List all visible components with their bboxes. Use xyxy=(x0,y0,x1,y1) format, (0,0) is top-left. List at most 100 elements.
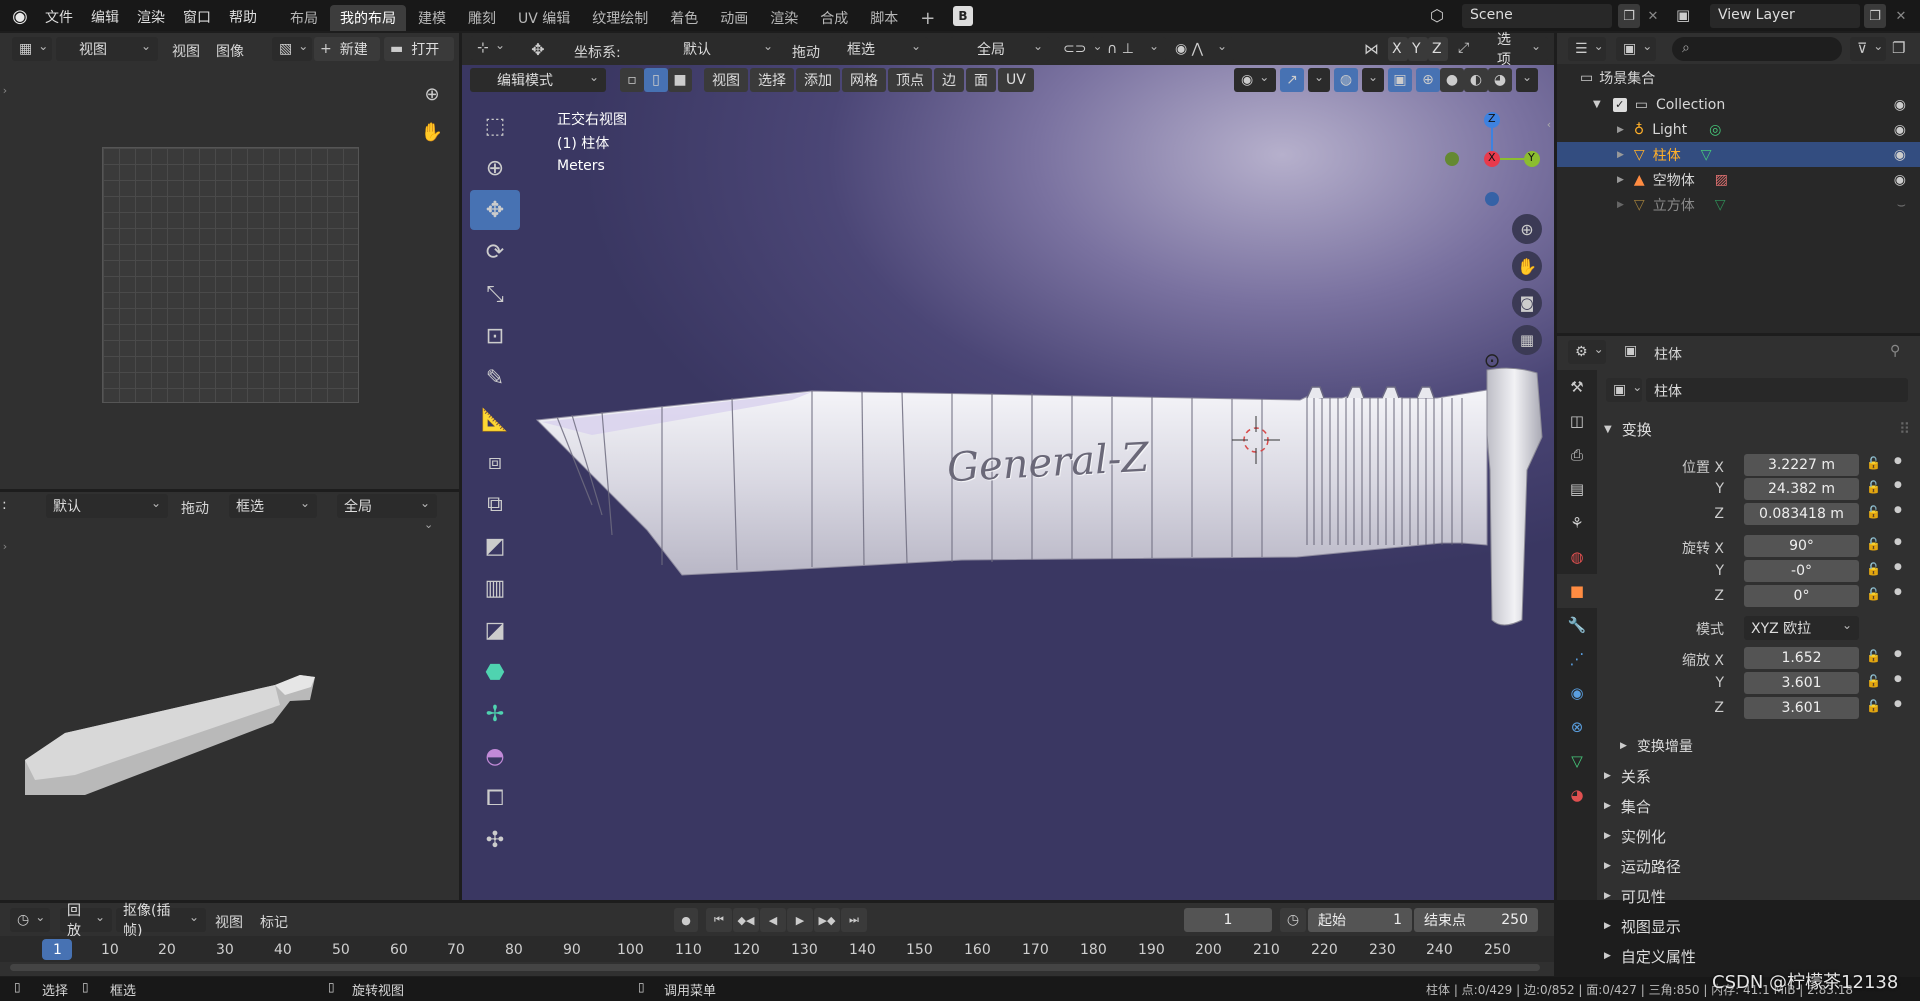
location-y-field[interactable]: 24.382 m xyxy=(1744,478,1859,500)
section-collections[interactable]: ▶ 集合 xyxy=(1604,791,1914,821)
pin-icon[interactable]: ⚲ xyxy=(1890,343,1900,359)
measure-tool[interactable]: 📐 xyxy=(470,400,520,440)
zoom-icon[interactable]: ⊕ xyxy=(418,80,446,108)
bevel-tool[interactable]: ◩ xyxy=(470,526,520,566)
move-tool[interactable]: ✥ xyxy=(470,190,520,230)
rotation-z-keyframe-icon[interactable]: ● xyxy=(1894,587,1902,597)
location-z-keyframe-icon[interactable]: ● xyxy=(1894,505,1902,515)
filter-dropdown[interactable]: ⊽ xyxy=(1850,37,1886,61)
outliner-item-cube[interactable]: ▶ ▽ 立方体 ▽ ⌣ xyxy=(1557,192,1920,217)
proportional-edit-dropdown[interactable]: ◉ ⋀ xyxy=(1168,37,1234,61)
scene-icon[interactable]: ⬡ xyxy=(1430,6,1444,25)
wireframe-shading-button[interactable]: ⊕ xyxy=(1416,68,1440,92)
object-type-dropdown[interactable]: ▣ xyxy=(1606,378,1642,402)
cursor-tool[interactable]: ⊕ xyxy=(470,148,520,188)
timeline-view-menu[interactable]: 视图 xyxy=(215,912,243,932)
scale-tool[interactable]: ⤡ xyxy=(470,274,520,314)
rotation-y-keyframe-icon[interactable]: ● xyxy=(1894,562,1902,572)
axis-y-toggle[interactable]: Y xyxy=(1408,37,1428,61)
view-layer-copy-icon[interactable]: ❐ xyxy=(1864,4,1886,28)
location-x-keyframe-icon[interactable]: ● xyxy=(1894,456,1902,466)
section-motion-paths[interactable]: ▶ 运动路径 xyxy=(1604,851,1914,881)
scale-y-field[interactable]: 3.601 xyxy=(1744,672,1859,694)
render-props-tab-icon[interactable]: ◫ xyxy=(1557,404,1597,438)
tab-animation[interactable]: 动画 xyxy=(710,5,758,31)
move-gizmo-icon[interactable]: ✥ xyxy=(524,37,552,61)
left-expand-arrow-icon[interactable]: › xyxy=(0,84,10,97)
outliner-root-row[interactable]: ▭ 场景集合 xyxy=(1580,68,1655,88)
snapping-dropdown[interactable]: ∩ ⊥ xyxy=(1100,37,1166,61)
light-object-icon[interactable]: ⊙ xyxy=(1478,346,1506,374)
play-button[interactable]: ▶ xyxy=(787,908,813,932)
visibility-dropdown[interactable]: ◉ xyxy=(1234,68,1276,92)
scale-z-field[interactable]: 3.601 xyxy=(1744,697,1859,719)
auto-merge-icon[interactable]: ⤢ xyxy=(1458,40,1469,56)
tab-rendering[interactable]: 渲染 xyxy=(760,5,808,31)
pan-hand-icon[interactable]: ✋ xyxy=(418,118,446,146)
outliner-search-input[interactable]: ⌕ xyxy=(1672,37,1842,61)
tab-my-layout[interactable]: 我的布局 xyxy=(330,5,406,31)
gizmo-toggle[interactable]: ↗ xyxy=(1280,68,1304,92)
menu-help[interactable]: 帮助 xyxy=(220,7,266,27)
viewport-zoom-icon[interactable]: ⊕ xyxy=(1512,214,1542,244)
spin-tool[interactable]: ✢ xyxy=(470,694,520,734)
view-layer-icon[interactable]: ▣ xyxy=(1676,6,1690,24)
knife-preview-model[interactable] xyxy=(15,665,395,805)
particles-props-tab-icon[interactable]: ⋰ xyxy=(1557,642,1597,676)
image-menu-view[interactable]: 视图 xyxy=(172,41,200,61)
tab-layout[interactable]: 布局 xyxy=(280,5,328,31)
edge-select-button[interactable]: ▯ xyxy=(644,68,668,92)
cylinder-expand-icon[interactable]: ▶ xyxy=(1617,150,1624,160)
tab-scripting[interactable]: 脚本 xyxy=(860,5,908,31)
collection-expand-icon[interactable]: ▼ xyxy=(1593,99,1601,110)
timeline-marker-menu[interactable]: 标记 xyxy=(260,912,288,932)
rotate-tool[interactable]: ⟳ xyxy=(470,232,520,272)
location-y-keyframe-icon[interactable]: ● xyxy=(1894,480,1902,490)
rendered-shading-button[interactable]: ◕ xyxy=(1488,68,1512,92)
menu-render[interactable]: 渲染 xyxy=(128,7,174,27)
vp-menu-add[interactable]: 添加 xyxy=(796,68,840,92)
preview-collapse-icon[interactable]: ⌄ xyxy=(424,518,433,531)
light-visibility-icon[interactable]: ◉ xyxy=(1894,122,1906,138)
tab-shading[interactable]: 着色 xyxy=(660,5,708,31)
select-box-tool[interactable]: ⬚ xyxy=(470,106,520,146)
cube-expand-icon[interactable]: ▶ xyxy=(1617,200,1624,210)
prev-keyframe-button[interactable]: ◆◀ xyxy=(733,908,759,932)
scale-z-lock-icon[interactable]: 🔓 xyxy=(1866,699,1881,713)
scene-close-icon[interactable]: ✕ xyxy=(1642,4,1664,28)
delta-transform-section[interactable]: ▶ 变换增量 xyxy=(1620,731,1910,761)
section-visibility[interactable]: ▶ 可见性 xyxy=(1604,881,1914,911)
scene-props-tab-icon[interactable]: ⚘ xyxy=(1557,506,1597,540)
jump-start-button[interactable]: ⏮ xyxy=(706,908,732,932)
preview-range-toggle[interactable]: ◷ xyxy=(1280,908,1306,932)
camera-view-icon[interactable]: ◙ xyxy=(1512,288,1542,318)
rotation-z-field[interactable]: 0° xyxy=(1744,585,1859,607)
vp-menu-edge[interactable]: 边 xyxy=(934,68,964,92)
extrude-tool[interactable]: ⧈ xyxy=(470,442,520,482)
constraints-props-tab-icon[interactable]: ⊗ xyxy=(1557,710,1597,744)
record-button[interactable]: ● xyxy=(674,908,698,932)
light-expand-icon[interactable]: ▶ xyxy=(1617,125,1624,135)
preview-select-dropdown[interactable]: 框选 xyxy=(229,494,317,518)
shrink-fatten-tool[interactable]: ✣ xyxy=(470,820,520,860)
overlay-dropdown[interactable] xyxy=(1362,68,1384,92)
keying-dropdown[interactable]: 抠像(插帧) xyxy=(116,903,206,939)
timeline-scrollbar[interactable] xyxy=(10,964,1540,971)
vp-menu-select[interactable]: 选择 xyxy=(750,68,794,92)
preview-global-dropdown[interactable]: 全局 xyxy=(337,494,437,518)
options-dropdown[interactable]: 选项 xyxy=(1490,32,1548,68)
properties-editor-dropdown[interactable]: ⚙ xyxy=(1568,340,1606,364)
tab-sculpting[interactable]: 雕刻 xyxy=(458,5,506,31)
vp-menu-face[interactable]: 面 xyxy=(966,68,996,92)
edge-slide-tool[interactable]: ⧠ xyxy=(470,778,520,818)
menu-window[interactable]: 窗口 xyxy=(174,7,220,27)
editor-type-dropdown[interactable]: ▦ xyxy=(12,37,52,61)
image-menu-image[interactable]: 图像 xyxy=(216,41,244,61)
new-collection-icon[interactable]: ❐ xyxy=(1892,39,1905,57)
navigation-gizmo[interactable]: Z X Y xyxy=(1440,108,1540,208)
material-props-tab-icon[interactable]: ◕ xyxy=(1557,778,1597,812)
inset-tool[interactable]: ⧉ xyxy=(470,484,520,524)
viewport-pan-icon[interactable]: ✋ xyxy=(1512,251,1542,281)
transform-pivot-dropdown[interactable]: ⊹ xyxy=(470,36,512,60)
timeline-editor-dropdown[interactable]: ◷ xyxy=(10,908,50,932)
